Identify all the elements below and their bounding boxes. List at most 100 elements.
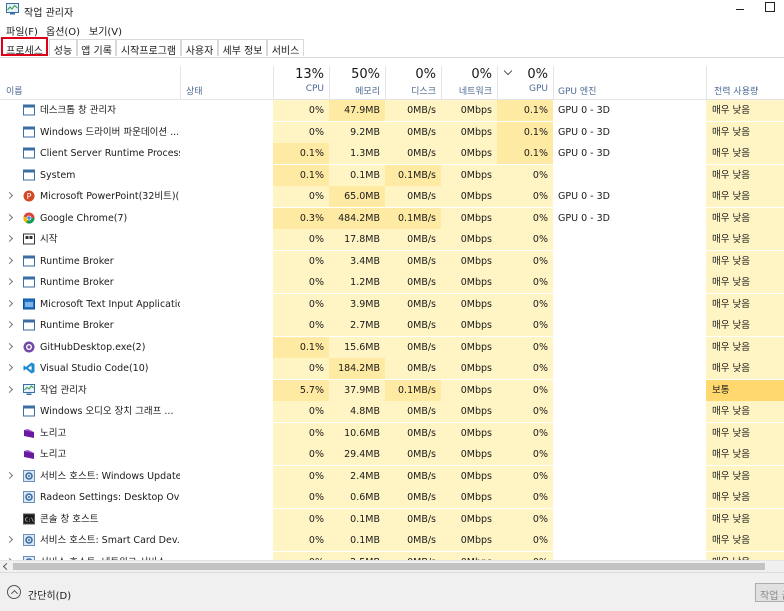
svg-text:C:\: C:\ (25, 517, 34, 523)
process-row[interactable]: Windows 드라이버 파운데이션 ... 0% 9.2MB 0MB/s 0Mbps 0… (0, 121, 784, 143)
scroll-left-icon[interactable] (2, 562, 11, 571)
gpu-engine-value: GPU 0 - 3D (558, 105, 610, 116)
process-row[interactable]: Client Server Runtime Process 0.1% 1.3MB 0M… (0, 143, 784, 164)
blue-window-icon (23, 298, 35, 310)
network-value: 0Mbps (441, 121, 497, 143)
network-value: 0Mbps (441, 465, 497, 487)
disk-value: 0MB/s (385, 250, 441, 272)
process-row[interactable]: 노리고 0% 29.4MB 0MB/s 0Mbps 0% 매우 낮음 (0, 444, 784, 465)
network-value: 0Mbps (441, 551, 497, 560)
expand-chevron-icon[interactable] (5, 320, 14, 329)
fewer-details-link[interactable]: 간단히(D) (28, 587, 71, 602)
process-row[interactable]: C:\ 콘솔 창 호스트 0% 0.1MB 0MB/s 0Mbps 0% 매우 낮음 (0, 508, 784, 530)
process-name: 데스크톱 창 관리자 (40, 105, 116, 116)
process-row[interactable]: 데스크톱 창 관리자 0% 47.9MB 0MB/s 0Mbps 0.1% GPU 0 - … (0, 100, 784, 121)
process-row[interactable]: 서비스 호스트: Smart Card Dev... 0% 0.1MB 0MB/s 0M… (0, 530, 784, 551)
tab-services[interactable]: 서비스 (267, 39, 304, 57)
tab-processes[interactable]: 프로세스 (1, 37, 48, 57)
process-row[interactable]: 노리고 0% 10.6MB 0MB/s 0Mbps 0% 매우 낮음 (0, 422, 784, 444)
gpu-engine-value (553, 401, 706, 422)
expand-chevron-icon[interactable] (5, 535, 14, 544)
collapse-chevron-icon[interactable] (7, 585, 21, 599)
process-name: 노리고 (40, 427, 67, 439)
gpu-engine-value: GPU 0 - 3D (558, 191, 610, 202)
process-row[interactable]: Microsoft Text Input Application 0% 3.9MB 0… (0, 293, 784, 315)
maximize-button[interactable] (765, 2, 775, 12)
column-memory[interactable]: 50% 메모리 (329, 58, 385, 100)
process-row[interactable]: 작업 관리자 5.7% 37.9MB 0.1MB/s 0Mbps 0% 보통 (0, 379, 784, 401)
process-row[interactable]: P Microsoft PowerPoint(32비트)(3) 0% 65.0MB 0M… (0, 186, 784, 207)
column-name[interactable]: 이름 (0, 58, 180, 100)
tab-details[interactable]: 세부 정보 (218, 39, 267, 57)
process-row[interactable]: 서비스 호스트: Windows Update 0% 2.4MB 0MB/s 0Mbps… (0, 465, 784, 487)
process-name: Runtime Broker (40, 277, 114, 288)
column-power[interactable]: 전력 사용량 (706, 58, 784, 100)
network-value: 0Mbps (441, 293, 497, 315)
process-row[interactable]: Runtime Broker 0% 2.7MB 0MB/s 0Mbps 0% 매우 낮음 (0, 315, 784, 336)
power-usage-value: 매우 낮음 (706, 487, 784, 508)
gpu-value: 0% (497, 422, 553, 444)
gpu-engine-value (553, 380, 706, 401)
disk-value: 0MB/s (385, 401, 441, 422)
tab-startup[interactable]: 시작프로그램 (116, 39, 181, 57)
network-value: 0Mbps (441, 401, 497, 422)
process-row[interactable]: Runtime Broker 0% 1.2MB 0MB/s 0Mbps 0% 매우 낮음 (0, 272, 784, 293)
expand-chevron-icon[interactable] (5, 191, 14, 200)
memory-value: 37.9MB (329, 379, 385, 401)
process-row[interactable]: Radeon Settings: Desktop Over...0%0.6MB0… (0, 487, 784, 508)
tab-users[interactable]: 사용자 (181, 39, 218, 57)
expand-chevron-icon[interactable] (5, 234, 14, 243)
power-usage-value: 매우 낮음 (706, 164, 784, 186)
process-row[interactable]: Windows 오디오 장치 그래프 ... 0% 4.8MB 0MB/s 0Mbps 0… (0, 401, 784, 422)
expand-chevron-icon[interactable] (5, 471, 14, 479)
gpu-value: 0.1% (497, 121, 553, 143)
expand-chevron-icon[interactable] (5, 299, 14, 307)
column-network[interactable]: 0% 네트워크 (441, 58, 497, 100)
process-name: System (40, 169, 76, 181)
column-disk[interactable]: 0% 디스크 (385, 58, 441, 100)
gpu-value: 0.1% (497, 100, 553, 121)
process-row[interactable]: GitHubDesktop.exe(2) 0.1% 15.6MB 0MB/s 0Mbps… (0, 336, 784, 358)
gpu-value: 0% (497, 465, 553, 487)
network-value: 0Mbps (441, 422, 497, 444)
process-row[interactable]: Runtime Broker 0% 3.4MB 0MB/s 0Mbps 0% 매우 낮음 (0, 250, 784, 272)
cpu-value: 5.7% (273, 379, 329, 401)
expand-chevron-icon[interactable] (5, 385, 14, 393)
tab-app-history[interactable]: 앱 기록 (77, 39, 116, 57)
horizontal-scrollbar[interactable] (0, 560, 784, 572)
expand-chevron-icon[interactable] (5, 277, 14, 286)
gear-service-icon (23, 469, 35, 482)
process-row[interactable]: Visual Studio Code(10) 0% 184.2MB 0MB/s 0Mbp… (0, 358, 784, 379)
minimize-button[interactable] (733, 1, 747, 15)
gpu-value: 0% (497, 229, 553, 250)
process-name: Google Chrome(7) (40, 212, 128, 224)
power-usage-value: 매우 낮음 (706, 293, 784, 315)
scroll-thumb[interactable] (13, 563, 765, 570)
column-cpu[interactable]: 13% CPU (273, 58, 329, 100)
expand-chevron-icon[interactable] (5, 213, 14, 221)
task-manager-icon (6, 3, 19, 15)
end-task-button[interactable]: 작업 끝내기 (755, 583, 784, 602)
expand-chevron-icon[interactable] (5, 363, 14, 372)
disk-value: 0MB/s (385, 143, 441, 164)
disk-value: 0MB/s (385, 465, 441, 487)
column-gpu[interactable]: 0% GPU (497, 58, 553, 100)
gpu-value: 0% (497, 379, 553, 401)
disk-value: 0.1MB/s (385, 379, 441, 401)
process-row[interactable]: System 0.1% 0.1MB 0.1MB/s 0Mbps 0% 매우 낮음 (0, 164, 784, 186)
tab-performance[interactable]: 성능 (49, 39, 77, 57)
process-row[interactable]: Google Chrome(7) 0.3% 484.2MB 0.1MB/s 0Mbps 0… (0, 207, 784, 229)
cpu-value: 0% (273, 422, 329, 444)
cpu-value: 0% (273, 465, 329, 487)
power-usage-value: 매우 낮음 (706, 465, 784, 487)
column-gpu-engine[interactable]: GPU 엔진 (553, 58, 706, 100)
process-row[interactable]: 서비스 호스트: 네트워크 서비스0%2.5MB0MB/s0Mbps0%매우 낮… (0, 551, 784, 560)
network-value: 0Mbps (441, 336, 497, 358)
expand-chevron-icon[interactable] (5, 342, 14, 350)
window-icon (23, 255, 35, 267)
column-status[interactable]: 상태 (180, 58, 273, 100)
expand-chevron-icon[interactable] (5, 256, 14, 264)
gpu-engine-value (553, 487, 706, 508)
gpu-value: 0% (497, 293, 553, 315)
process-row[interactable]: 시작 0% 17.8MB 0MB/s 0Mbps 0% 매우 낮음 (0, 229, 784, 250)
